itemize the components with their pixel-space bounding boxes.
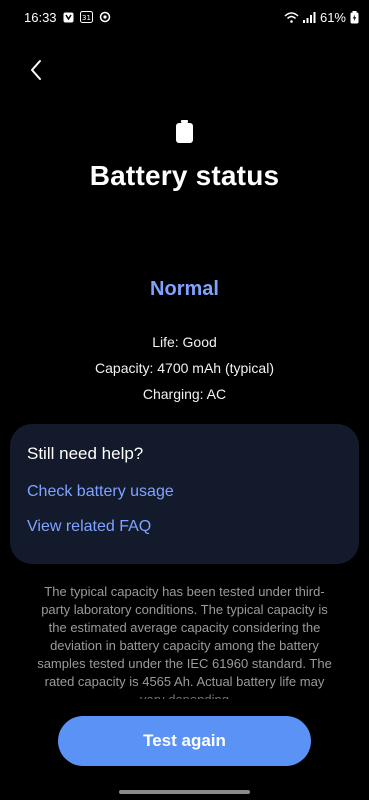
navigation-handle[interactable] [119,790,250,794]
back-arrow-icon [29,59,43,86]
back-button[interactable] [20,56,52,88]
calendar-day: 31 [82,14,91,22]
sync-icon [99,11,111,23]
status-time: 16:33 [24,9,57,25]
signal-icon [302,11,316,23]
check-battery-usage-link[interactable]: Check battery usage [27,483,174,501]
calendar-icon: 31 [79,11,93,23]
battery-icon [175,120,194,149]
status-bar: 16:33 31 61% [0,0,369,34]
help-title: Still need help? [27,444,144,463]
disclaimer-container: The typical capacity has been tested und… [36,583,333,699]
battery-charging-icon [350,10,359,24]
disclaimer-text: The typical capacity has been tested und… [37,584,332,699]
wifi-icon [284,11,299,23]
battery-status-value: Normal [150,278,219,300]
view-related-faq-link[interactable]: View related FAQ [27,518,151,536]
test-again-button[interactable]: Test again [58,716,311,766]
page-title: Battery status [89,160,280,191]
status-right: 61% [284,10,359,25]
life-info: Life: Good [152,334,217,350]
battery-percent: 61% [319,9,346,25]
notification-icon [63,12,74,23]
help-card: Still need help? Check battery usage Vie… [10,424,359,564]
capacity-info: Capacity: 4700 mAh (typical) [95,360,274,376]
status-left: 16:33 31 [24,10,111,25]
charging-info: Charging: AC [142,386,227,402]
